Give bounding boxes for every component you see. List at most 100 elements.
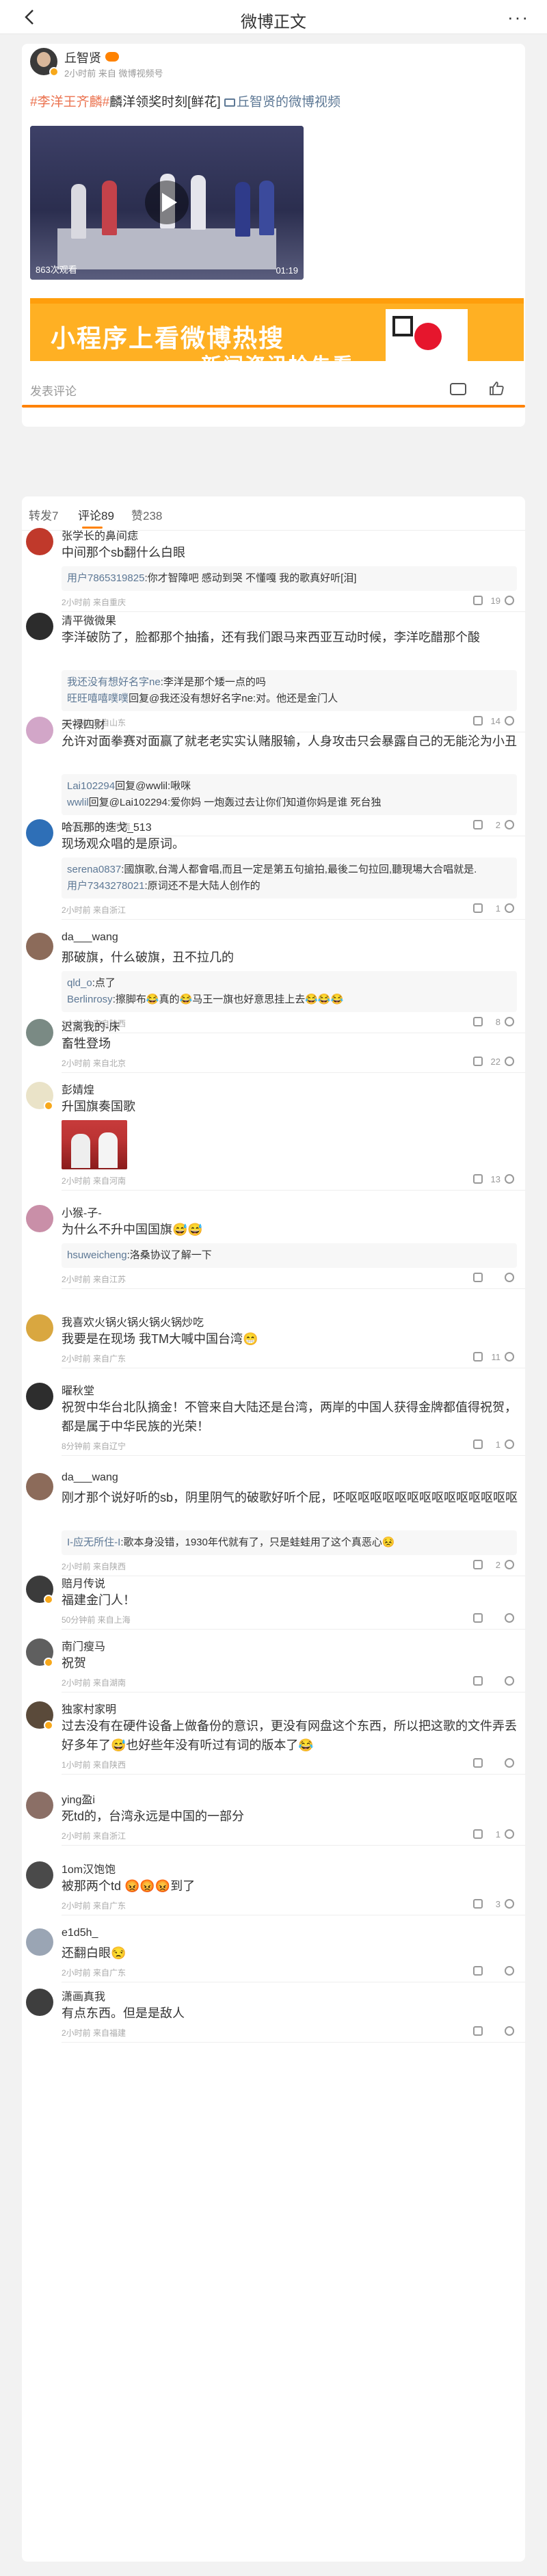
avatar[interactable] [26,1383,53,1410]
reply-box[interactable]: 我还没有想好名字ne:李洋是那个矮一点的吗 旺旺嘻嘻噗噗回复@我还没有想好名字ne… [62,670,517,711]
reply-author[interactable]: 我还没有想好名字ne [67,676,161,688]
like-icon[interactable] [505,1560,514,1569]
reply-author[interactable]: wwlil [67,797,89,808]
reply-box[interactable]: I-应无所住-I:歌本身没错，1930年代就有了，只是蛙蛙用了这个真恶心😣 [62,1530,517,1555]
reply-line: I-应无所住-I:歌本身没错，1930年代就有了，只是蛙蛙用了这个真恶心😣 [67,1535,511,1551]
avatar[interactable] [26,717,53,744]
comment-author[interactable]: da___wang [62,931,118,944]
like-icon[interactable] [505,1899,514,1909]
author-name[interactable]: 丘智贤 [64,51,101,65]
avatar[interactable] [26,1205,53,1232]
comment-meta: 8分钟前 来自辽宁 [62,1442,126,1451]
like-icon[interactable] [505,1829,514,1839]
like-icon[interactable] [505,1174,514,1184]
reply-box[interactable]: serena0837:國旗歌,台灣人都會唱,而且一定是第五句搶拍,最後二句拉回,… [62,858,517,899]
like-icon[interactable] [505,1966,514,1976]
share-icon[interactable] [473,1676,483,1686]
comment-author[interactable]: 我喜欢火锅火锅火锅火锅炒吃 [62,1313,204,1329]
promo-banner[interactable]: 小程序上看微博热搜 新闻资讯抢先看 [30,298,524,361]
repost-icon[interactable] [450,383,466,395]
avatar[interactable] [26,1314,53,1342]
comment-author[interactable]: ying盈i [62,1790,95,1807]
reply-author[interactable]: qld_o [67,977,92,989]
like-count: 19 [490,596,501,606]
comment-author[interactable]: 小猴-子- [62,1204,102,1220]
avatar[interactable] [26,933,53,960]
comment-author[interactable]: 张学长的鼻间痣 [62,527,138,543]
avatar[interactable] [26,1019,53,1046]
tab-comments[interactable]: 评论89 [78,506,114,523]
comment-input[interactable]: 发表评论 [30,382,77,399]
comment-author[interactable]: 潇画真我 [62,1987,105,2004]
comment-author[interactable]: 曜秋堂 [62,1381,94,1398]
comment-author[interactable]: 迟离我的-床 [62,1018,120,1034]
comment-author[interactable]: 天禄四财 [62,715,105,732]
video-link[interactable]: 丘智贤的微博视频 [224,95,341,109]
like-icon[interactable] [505,1273,514,1282]
avatar[interactable] [26,1473,53,1500]
play-icon[interactable] [145,181,189,224]
reply-author[interactable]: 用户7865319825 [67,572,144,584]
share-icon[interactable] [473,1273,483,1282]
share-icon[interactable] [473,1613,483,1623]
avatar[interactable] [26,528,53,555]
like-icon[interactable] [505,1439,514,1449]
like-icon[interactable] [505,1676,514,1686]
comment-text: 为什么不升中国国旗😅😅 [62,1223,203,1236]
reply-author[interactable]: hsuweicheng [67,1249,127,1261]
avatar[interactable] [26,1792,53,1819]
comment-author[interactable]: 独家村家明 [62,1700,116,1716]
reply-author[interactable]: 用户7343278021 [67,880,144,892]
reply-line: 旺旺嘻嘻噗噗回复@我还没有想好名字ne:对。他还是金门人 [67,691,511,707]
avatar[interactable] [26,613,53,640]
share-icon[interactable] [473,1758,483,1768]
share-icon[interactable] [473,2026,483,2036]
comment-author[interactable]: 1om汉饱饱 [62,1860,116,1876]
comment-author[interactable]: 清平微微果 [62,611,116,628]
share-icon[interactable] [473,1966,483,1976]
tab-reposts[interactable]: 转发7 [29,506,58,523]
more-dots-icon[interactable]: ··· [507,7,529,28]
reply-line: qld_o:点了 [67,975,511,992]
video-player[interactable]: 863次观看 01:19 [30,126,304,280]
like-icon[interactable] [505,1352,514,1362]
comment-author[interactable]: 赔月传说 [62,1574,105,1591]
reply-box[interactable]: hsuweicheng:洛桑协议了解一下 [62,1243,517,1268]
like-icon[interactable] [505,820,514,829]
tab-bar: 转发7 评论89 赞238 [22,496,525,531]
like-count: 11 [491,1352,501,1362]
reply-author[interactable]: Lai102294 [67,780,115,792]
avatar[interactable] [26,819,53,847]
like-icon[interactable] [505,1758,514,1768]
avatar[interactable] [26,1861,53,1889]
tab-likes[interactable]: 赞238 [131,506,162,523]
comment-author[interactable]: da___wang [62,1472,118,1484]
comment-author[interactable]: 南门瘦马 [62,1637,105,1654]
like-icon[interactable] [505,903,514,913]
reply-author[interactable]: I-应无所住-I [67,1537,120,1548]
like-icon[interactable] [505,716,514,726]
reply-box[interactable]: Lai102294回复@wwlil:啾咪 wwlil回复@Lai102294:爱你… [62,774,517,815]
like-icon[interactable] [505,1017,514,1026]
topic-link[interactable]: #李洋王齐麟# [30,95,109,109]
avatar[interactable] [26,1989,53,2016]
reply-box[interactable]: qld_o:点了 Berlinrosy:擦脚布😂真的😂马王一旗也好意思挂上去😂😂😂 [62,971,517,1012]
comment-author[interactable]: 彭婧煌 [62,1080,94,1097]
like-icon[interactable] [505,1057,514,1066]
reply-author[interactable]: serena0837 [67,864,121,875]
comment-author[interactable]: e1d5h_ [62,1927,98,1939]
athlete-figure [191,175,206,230]
post-author[interactable]: 丘智贤 [64,49,119,66]
reply-author[interactable]: 旺旺嘻嘻噗噗 [67,693,129,704]
avatar[interactable] [26,1928,53,1956]
reply-author[interactable]: Berlinrosy [67,994,113,1005]
like-icon[interactable] [505,2026,514,2036]
like-icon[interactable] [505,596,514,605]
like-icon[interactable] [488,380,505,397]
reply-text: :國旗歌,台灣人都會唱,而且一定是第五句搶拍,最後二句拉回,聽現場大合唱就是. [121,864,477,875]
comment-author[interactable]: 哈瓦那的迭戈_513 [62,818,152,834]
reply-box[interactable]: 用户7865319825:你才智障吧 感动到哭 不懂嘎 我的歌真好听[泪] [62,566,517,591]
comment-meta: 2小时前 来自广东 [62,1901,126,1911]
comment-image[interactable] [62,1120,127,1169]
like-icon[interactable] [505,1613,514,1623]
